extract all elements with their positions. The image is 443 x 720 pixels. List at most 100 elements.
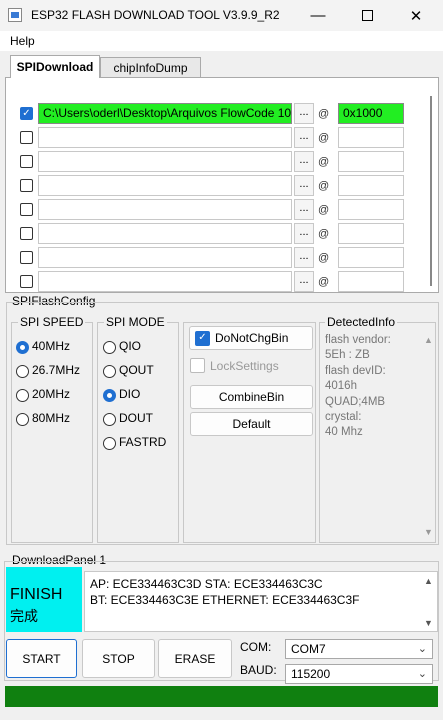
file-row-checkbox[interactable] [20,179,33,192]
file-path-input[interactable] [38,151,292,172]
status-finish-zh-text: 完成 [10,608,38,624]
detectedinfo-label: DetectedInfo [325,315,398,329]
file-path-input[interactable] [38,127,292,148]
minimize-button[interactable]: — [295,0,341,31]
spi-speed-radio[interactable] [16,389,29,402]
at-label: @ [318,276,330,288]
minimize-icon: — [310,7,326,24]
address-input[interactable] [338,199,404,220]
spi-speed-option-label: 40MHz [32,339,71,353]
combinebin-button[interactable]: CombineBin [190,385,313,409]
address-input[interactable] [338,223,404,244]
start-button[interactable]: START [6,639,77,678]
browse-button[interactable]: ... [294,175,314,196]
spi-mode-group [97,322,179,543]
donotchgbin-label: DoNotChgBin [215,331,289,345]
tab-spidownload[interactable]: SPIDownload [10,55,100,78]
detectedinfo-scroll-down-icon[interactable]: ▼ [424,527,433,537]
com-select[interactable]: COM7 ⌄ [285,639,433,659]
at-label: @ [318,252,330,264]
spi-mode-radio[interactable] [103,365,116,378]
detectedinfo-scroll-up-icon[interactable]: ▲ [424,335,433,345]
donotchgbin-toggle[interactable]: ✓ DoNotChgBin [189,326,313,350]
address-input[interactable]: 0x1000 [338,103,404,124]
spi-mode-radio[interactable] [103,341,116,354]
browse-button[interactable]: ... [294,127,314,148]
mac-info-line-1: AP: ECE334463C3D STA: ECE334463C3C [90,577,323,591]
locksettings-label: LockSettings [210,358,279,373]
file-path-input[interactable] [38,223,292,244]
browse-button[interactable]: ... [294,151,314,172]
at-label: @ [318,204,330,216]
default-button[interactable]: Default [190,412,313,436]
close-button[interactable]: ✕ [393,0,439,31]
browse-button[interactable]: ... [294,271,314,292]
chevron-down-icon: ⌄ [417,643,427,655]
locksettings-toggle[interactable]: LockSettings [190,358,279,373]
spi-mode-option-label: QIO [119,339,142,353]
file-path-input[interactable] [38,175,292,196]
address-input[interactable] [338,271,404,292]
spi-speed-option-label: 26.7MHz [32,363,81,377]
spi-mode-radio[interactable] [103,389,116,402]
window-title: ESP32 FLASH DOWNLOAD TOOL V3.9.9_R2 [31,8,280,22]
donotchgbin-checkbox[interactable]: ✓ [195,330,210,346]
com-label: COM: [240,640,272,654]
at-label: @ [318,132,330,144]
file-row-checkbox[interactable] [20,203,33,216]
file-row-checkbox[interactable] [20,275,33,288]
detectedinfo-text: flash vendor: 5Eh : ZB flash devID: 4016h QU… [325,333,417,441]
file-path-input[interactable]: C:\Users\oderl\Desktop\Arquivos FlowCode… [38,103,292,124]
browse-button[interactable]: ... [294,199,314,220]
detectedinfo-line: crystal: [325,411,362,424]
erase-button[interactable]: ERASE [158,639,232,678]
file-path-input[interactable] [38,271,292,292]
file-row-checkbox[interactable] [20,131,33,144]
file-path-input[interactable] [38,247,292,268]
spi-mode-radio[interactable] [103,413,116,426]
maximize-icon [361,10,373,21]
file-row-checkbox[interactable]: ✓ [20,107,33,120]
browse-button[interactable]: ... [294,103,314,124]
tab-chipinfodump[interactable]: chipInfoDump [100,57,201,77]
spi-mode-option-label: DOUT [119,411,153,425]
address-input[interactable] [338,151,404,172]
file-row-checkbox[interactable] [20,155,33,168]
address-input[interactable] [338,175,404,196]
baud-select[interactable]: 115200 ⌄ [285,664,433,684]
mac-info-line-2: BT: ECE334463C3E ETHERNET: ECE334463C3F [90,593,360,607]
app-icon [8,8,22,22]
spi-mode-option-label: DIO [119,387,141,401]
address-input[interactable] [338,127,404,148]
address-input[interactable] [338,247,404,268]
mac-info-scroll-up-icon[interactable]: ▲ [424,576,433,586]
spi-mode-option-label: FASTRD [119,435,167,449]
spi-speed-radio[interactable] [16,413,29,426]
file-path-input[interactable] [38,199,292,220]
file-row-checkbox[interactable] [20,251,33,264]
detectedinfo-line: flash vendor: [325,334,391,346]
spi-speed-radio[interactable] [16,341,29,354]
com-value: COM7 [291,642,326,656]
stop-button[interactable]: STOP [82,639,155,678]
spi-speed-group [11,322,93,543]
browse-button[interactable]: ... [294,247,314,268]
detectedinfo-line: 5Eh : ZB [325,349,370,362]
menu-help[interactable]: Help [10,34,35,48]
maximize-button[interactable] [344,0,390,31]
progress-bar [5,686,438,707]
spi-speed-option-label: 80MHz [32,411,71,425]
spi-mode-radio[interactable] [103,437,116,450]
close-icon: ✕ [409,7,423,25]
locksettings-checkbox[interactable] [190,358,205,373]
detectedinfo-line: 4016h [325,380,357,393]
browse-button[interactable]: ... [294,223,314,244]
mac-info-scroll-down-icon[interactable]: ▼ [424,618,433,628]
spi-mode-option-label: QOUT [119,363,154,377]
file-list-scroll-thumb[interactable] [430,96,432,286]
chevron-down-icon: ⌄ [417,668,427,680]
spi-speed-radio[interactable] [16,365,29,378]
spi-speed-option-label: 20MHz [32,387,71,401]
file-row-checkbox[interactable] [20,227,33,240]
spi-speed-label: SPI SPEED [18,315,86,329]
